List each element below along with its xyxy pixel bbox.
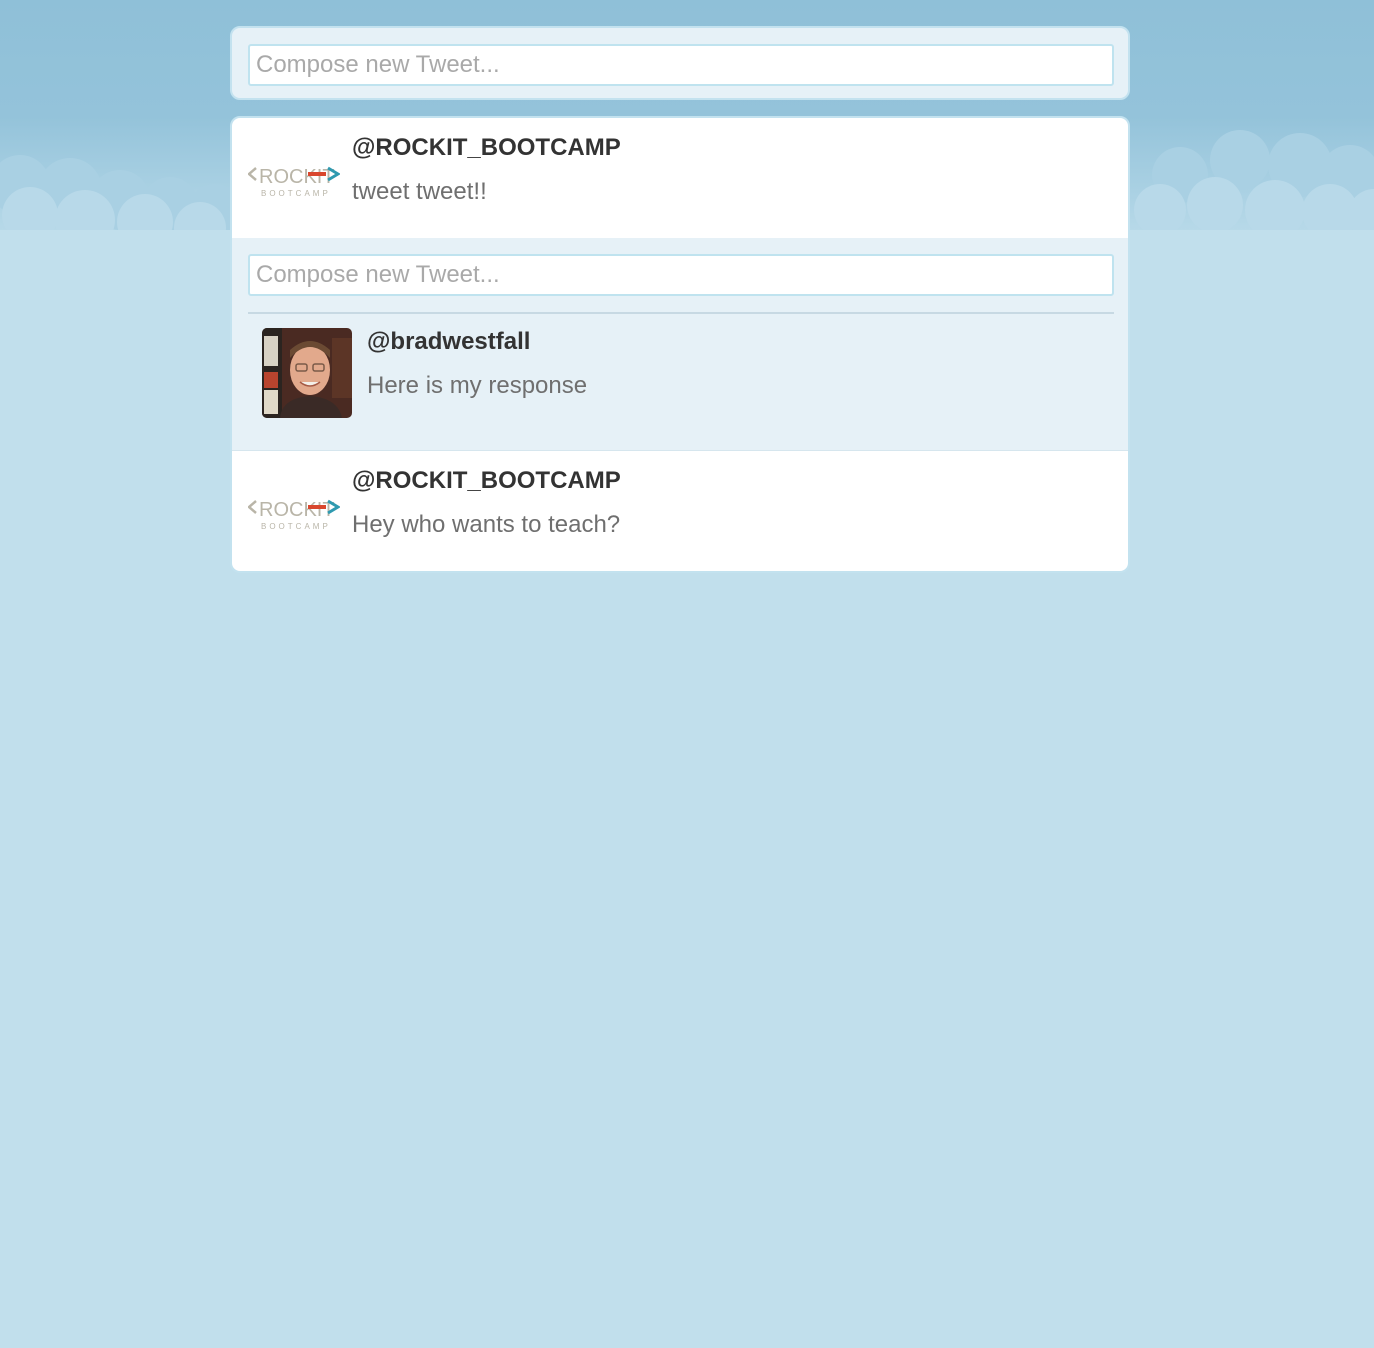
rockit-bootcamp-logo-icon: ROCKIT BOOTCAMP — [248, 499, 340, 531]
svg-text:BOOTCAMP: BOOTCAMP — [261, 189, 331, 198]
reply-handle[interactable]: @bradwestfall — [367, 328, 530, 356]
tweet-text: tweet tweet!! — [352, 178, 487, 205]
reply-tweet-input[interactable] — [248, 254, 1114, 296]
compose-card — [230, 26, 1130, 100]
svg-text:ROCKIT: ROCKIT — [259, 499, 335, 521]
user-photo-icon — [262, 328, 352, 418]
tweet-text: Hey who wants to teach? — [352, 511, 621, 538]
rockit-bootcamp-logo-icon: ROCKIT BOOTCAMP — [248, 166, 340, 198]
tweet-app: ROCKIT BOOTCAMP @ROCKIT_BOOTCAMP tweet t… — [230, 26, 1130, 573]
expanded-thread: @bradwestfall Here is my response — [232, 238, 1128, 451]
tweet-handle[interactable]: @ROCKIT_BOOTCAMP — [352, 134, 621, 162]
tweet-item[interactable]: ROCKIT BOOTCAMP @ROCKIT_BOOTCAMP Hey who… — [232, 451, 1128, 571]
compose-tweet-input[interactable] — [248, 44, 1114, 86]
thread-divider — [248, 312, 1114, 314]
reply-item[interactable]: @bradwestfall Here is my response — [262, 328, 1098, 420]
avatar — [262, 328, 352, 418]
tweet-handle[interactable]: @ROCKIT_BOOTCAMP — [352, 467, 621, 495]
svg-text:BOOTCAMP: BOOTCAMP — [261, 522, 331, 531]
tweet-item[interactable]: ROCKIT BOOTCAMP @ROCKIT_BOOTCAMP tweet t… — [232, 118, 1128, 238]
svg-text:ROCKIT: ROCKIT — [259, 166, 335, 188]
reply-text: Here is my response — [367, 372, 588, 399]
tweet-feed: ROCKIT BOOTCAMP @ROCKIT_BOOTCAMP tweet t… — [230, 116, 1130, 573]
